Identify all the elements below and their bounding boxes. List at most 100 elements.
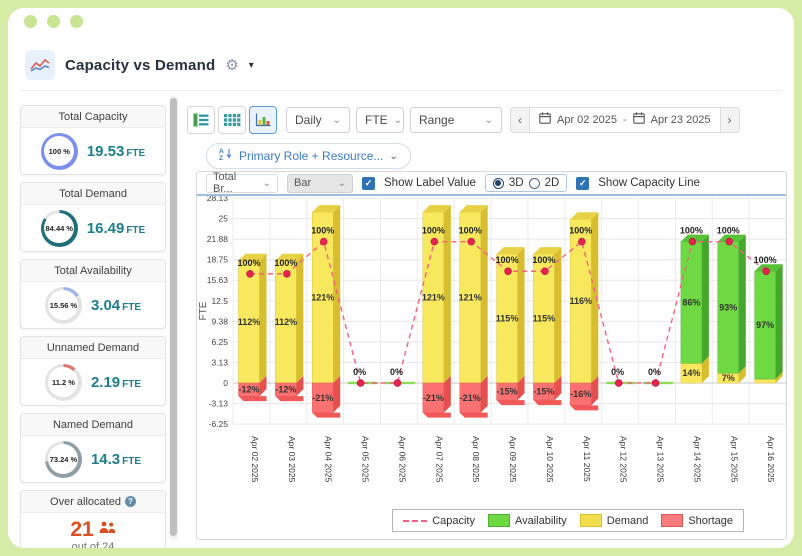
show-capacity-line-checkbox[interactable]: ✓ [576, 176, 590, 190]
date-range-picker: ‹ Apr 02 2025 - Apr 23 2025 › [510, 107, 740, 133]
svg-text:Apr 14 2025: Apr 14 2025 [692, 436, 702, 483]
date-separator: - [622, 114, 627, 126]
radio-3d[interactable] [492, 177, 504, 189]
kpi-value: 14.3 FTE [90, 450, 142, 468]
prev-range-button[interactable]: ‹ [511, 108, 529, 132]
capacity-point[interactable] [246, 270, 254, 278]
next-range-button[interactable]: › [721, 108, 739, 132]
grouping-selector[interactable]: A Z Primary Role + Resource... ⌄ [206, 143, 411, 169]
window-dot [47, 15, 60, 28]
radio-2d[interactable] [528, 177, 540, 189]
kpi-title: Named Demand [21, 414, 165, 436]
bar-group-Apr-08-2025[interactable] [459, 205, 488, 418]
capacity-point[interactable] [762, 267, 770, 275]
chart-legend: Capacity Availability Demand Shortage [392, 509, 744, 532]
svg-text:Apr 08 2025: Apr 08 2025 [471, 436, 481, 483]
chart-filter-row: Total Br... ⌄ Bar ⌄ ✓ Show Label Value 3D … [197, 171, 786, 196]
over-allocated-count: 21 [70, 518, 94, 541]
scrollbar-thumb[interactable] [170, 98, 177, 536]
bar-group-Apr-14-2025[interactable] [680, 234, 709, 384]
capacity-point[interactable] [467, 237, 475, 246]
chevron-down-icon: ⌄ [484, 114, 493, 126]
svg-text:100%: 100% [496, 255, 519, 265]
capacity-point[interactable] [541, 267, 549, 275]
kpi-value: 3.04 FTE [90, 296, 142, 314]
svg-text:Apr 16 2025: Apr 16 2025 [766, 436, 776, 483]
capacity-vs-demand-chart: 28.13 25 21.88 18.75 15.63 12.5 9.38 6.25 3.13 0-… [197, 193, 787, 539]
svg-text:3.13: 3.13 [211, 357, 228, 367]
start-date[interactable]: Apr 02 2025 [557, 114, 617, 126]
svg-text:121%: 121% [459, 293, 482, 303]
capacity-point[interactable] [283, 270, 291, 278]
svg-text:100%: 100% [569, 226, 592, 236]
svg-text:-12%: -12% [275, 385, 296, 395]
capacity-point[interactable] [356, 379, 365, 387]
unit-select[interactable]: FTE ⌄ [356, 107, 404, 133]
range-select[interactable]: Range ⌄ [410, 107, 502, 133]
header-caret-icon[interactable]: ▾ [249, 60, 254, 71]
capacity-point[interactable] [319, 237, 328, 246]
dimension-radio-group: 3D 2D [484, 174, 568, 192]
svg-text:A: A [219, 148, 224, 155]
show-capacity-line-label: Show Capacity Line [598, 177, 700, 189]
window-dot [24, 15, 37, 28]
svg-text:-21%: -21% [423, 393, 444, 403]
svg-text:-21%: -21% [460, 393, 481, 403]
breakdown-select[interactable]: Total Br... ⌄ [206, 171, 278, 195]
page-title: Capacity vs Demand [65, 56, 216, 74]
capacity-point[interactable] [725, 237, 734, 246]
svg-text:FTE: FTE [198, 301, 209, 320]
svg-text:-3.13: -3.13 [209, 399, 229, 409]
svg-text:97%: 97% [756, 320, 774, 330]
period-select[interactable]: Daily ⌄ [286, 107, 350, 133]
svg-text:12.5: 12.5 [211, 296, 228, 306]
svg-text:Apr 05 2025: Apr 05 2025 [361, 436, 371, 483]
capacity-point[interactable] [688, 237, 697, 246]
settings-gear-icon[interactable]: ⚙ [225, 58, 238, 73]
svg-text:-6.25: -6.25 [209, 419, 229, 429]
kpi-value: 2.19 FTE [90, 373, 142, 391]
svg-text:6.25: 6.25 [211, 337, 228, 347]
list-view-button[interactable] [187, 106, 215, 134]
svg-text:93%: 93% [719, 302, 737, 312]
svg-text:100%: 100% [680, 226, 703, 236]
bar-chart-view-button[interactable] [249, 106, 277, 134]
window-dots [24, 15, 83, 28]
svg-text:Apr 06 2025: Apr 06 2025 [397, 436, 407, 483]
named-demand-ring: 73.24 % [44, 440, 82, 478]
show-label-value-checkbox[interactable]: ✓ [362, 176, 375, 190]
svg-text:100%: 100% [311, 226, 334, 236]
bar-group-Apr-04-2025[interactable] [312, 205, 341, 418]
chevron-down-icon: ⌄ [389, 150, 398, 162]
svg-text:Apr 10 2025: Apr 10 2025 [545, 436, 555, 483]
capacity-point[interactable] [614, 379, 623, 387]
legend-availability: Availability [487, 514, 567, 527]
legend-capacity: Capacity [403, 515, 475, 527]
shortage-swatch [661, 514, 684, 527]
grouping-label: Primary Role + Resource... [239, 149, 384, 163]
capacity-point[interactable] [430, 237, 439, 246]
capacity-point[interactable] [504, 267, 512, 275]
capacity-point[interactable] [651, 379, 660, 387]
svg-text:112%: 112% [275, 317, 298, 327]
kpi-card-over-allocated: Over allocated ? 21 out of 24 [20, 490, 166, 548]
svg-text:Apr 03 2025: Apr 03 2025 [287, 436, 297, 483]
svg-text:18.75: 18.75 [207, 255, 229, 265]
capacity-point[interactable] [393, 379, 402, 387]
svg-text:-15%: -15% [533, 387, 554, 397]
svg-text:100%: 100% [459, 226, 482, 236]
end-date[interactable]: Apr 23 2025 [651, 114, 711, 126]
bar-group-Apr-07-2025[interactable] [422, 205, 451, 418]
capacity-vs-demand-chart-svg: 28.132521.8818.7515.6312.59.386.253.130-… [198, 193, 787, 483]
svg-text:Z: Z [219, 155, 223, 160]
svg-text:25: 25 [219, 214, 229, 224]
grid-view-button[interactable] [218, 106, 246, 134]
chart-type-select[interactable]: Bar ⌄ [287, 173, 353, 193]
x-axis-labels: Apr 02 2025 Apr 03 2025 Apr 04 2025 Apr 05 … [250, 436, 776, 483]
capacity-point[interactable] [578, 237, 586, 246]
window-dot [70, 15, 83, 28]
kpi-card-named-demand: Named Demand 73.24 % 14.3 FTE [20, 413, 166, 483]
kpi-card-total-capacity: Total Capacity 100 % 19.53 FTE [20, 105, 166, 175]
info-icon[interactable]: ? [124, 496, 136, 507]
demand-swatch [579, 514, 602, 527]
